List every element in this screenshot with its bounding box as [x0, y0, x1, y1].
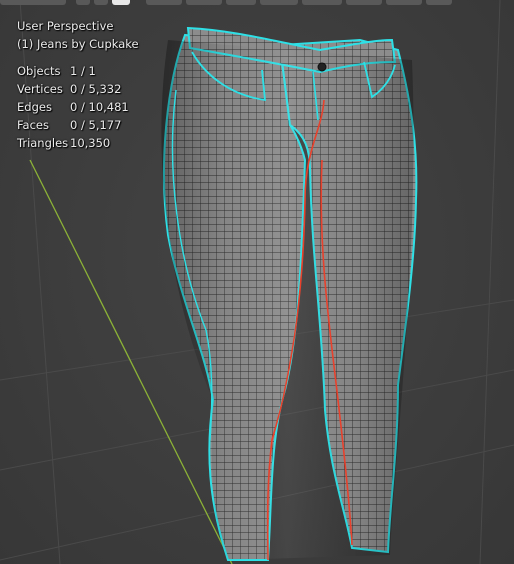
- viewport-header: [0, 0, 514, 6]
- viewport-info-overlay: User Perspective (1) Jeans by Cupkake Ob…: [17, 17, 139, 152]
- stat-row-faces: Faces 0 / 5,177: [17, 116, 139, 134]
- face-select-button[interactable]: [112, 0, 130, 5]
- stat-label: Objects: [17, 64, 61, 78]
- add-menu[interactable]: [226, 0, 256, 5]
- stat-label: Vertices: [17, 82, 63, 96]
- stat-label: Faces: [17, 118, 49, 132]
- object-name: (1) Jeans by Cupkake: [17, 37, 139, 51]
- stat-label: Edges: [17, 100, 52, 114]
- 3d-viewport[interactable]: User Perspective (1) Jeans by Cupkake Ob…: [0, 0, 514, 564]
- button: [317, 62, 327, 72]
- stats-table: Objects 1 / 1 Vertices 0 / 5,332 Edges 0…: [17, 62, 139, 152]
- stat-row-objects: Objects 1 / 1: [17, 62, 139, 80]
- mode-dropdown[interactable]: [0, 0, 66, 5]
- stat-label: Triangles: [17, 136, 69, 150]
- jeans-mesh: [161, 26, 418, 561]
- view-name: User Perspective: [17, 19, 114, 33]
- stat-value: 0 / 10,481: [70, 100, 129, 114]
- stat-row-triangles: Triangles 10,350: [17, 134, 139, 152]
- stat-value: 1 / 1: [70, 64, 96, 78]
- vertex-menu[interactable]: [302, 0, 342, 5]
- mesh-menu[interactable]: [260, 0, 298, 5]
- vertex-select-button[interactable]: [76, 0, 90, 5]
- face-menu[interactable]: [386, 0, 422, 5]
- edge-menu[interactable]: [346, 0, 382, 5]
- stat-row-edges: Edges 0 / 10,481: [17, 98, 139, 116]
- uv-menu[interactable]: [426, 0, 452, 5]
- stat-value: 10,350: [70, 136, 111, 150]
- view-menu[interactable]: [146, 0, 182, 5]
- stat-row-vertices: Vertices 0 / 5,332: [17, 80, 139, 98]
- edge-select-button[interactable]: [94, 0, 108, 5]
- stat-value: 0 / 5,177: [70, 118, 122, 132]
- stat-value: 0 / 5,332: [70, 82, 122, 96]
- select-menu[interactable]: [186, 0, 222, 5]
